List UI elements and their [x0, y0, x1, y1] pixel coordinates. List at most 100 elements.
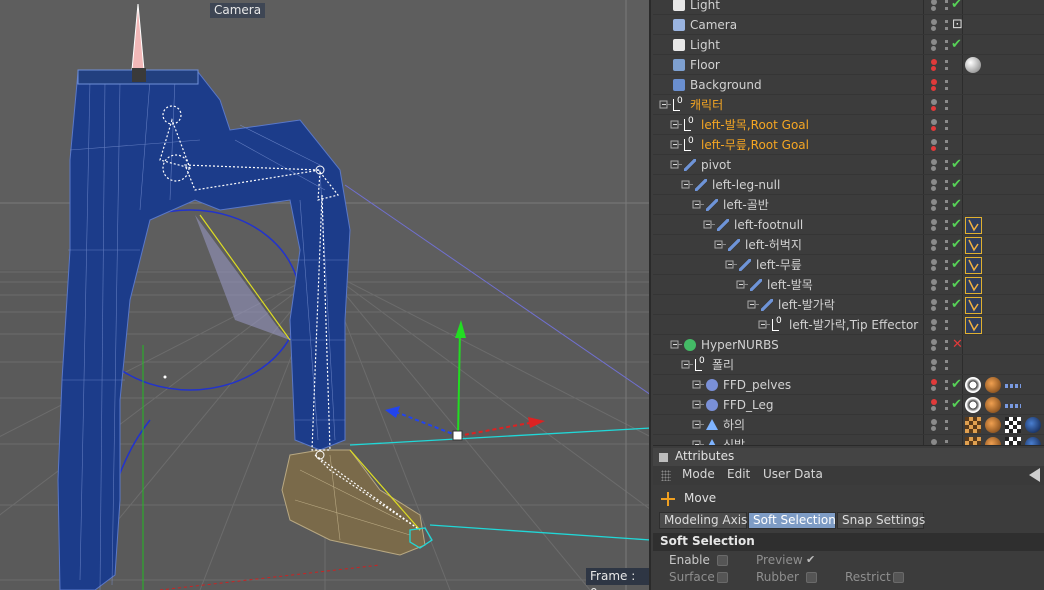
enabled-check-icon[interactable]: ✔	[951, 236, 962, 254]
enabled-check-icon[interactable]: ✔	[951, 256, 962, 274]
object-row[interactable]: 신발	[653, 435, 1044, 445]
menu-mode[interactable]: Mode	[682, 467, 715, 481]
editor-visibility-dot[interactable]	[931, 219, 937, 225]
rubber-checkbox[interactable]	[806, 572, 817, 583]
enabled-check-icon[interactable]: ✔	[951, 276, 962, 294]
object-row[interactable]: FFD_Leg ✔	[653, 395, 1044, 415]
object-row[interactable]: FFD_pelves ✔	[653, 375, 1044, 395]
render-visibility-dot[interactable]	[931, 126, 936, 131]
object-name[interactable]: left-허벅지	[745, 237, 802, 253]
editor-visibility-dot[interactable]	[931, 179, 937, 185]
disabled-cross-icon[interactable]: ✕	[952, 336, 963, 354]
tab-soft-selection[interactable]: Soft Selection	[748, 512, 836, 529]
enable-checkbox[interactable]	[717, 555, 728, 566]
editor-visibility-dot[interactable]	[931, 299, 937, 305]
object-name[interactable]: 신발	[723, 437, 745, 445]
render-visibility-dot[interactable]	[931, 326, 936, 331]
object-name[interactable]: 캐릭터	[690, 97, 723, 113]
object-row[interactable]: 하의	[653, 415, 1044, 435]
ik-tag-icon[interactable]	[965, 257, 982, 274]
object-row[interactable]: left-발목 ✔	[653, 275, 1044, 295]
enabled-check-icon[interactable]: ✔	[951, 0, 962, 14]
weight-tag-icon[interactable]	[965, 397, 981, 413]
uv-tag-icon[interactable]	[965, 437, 981, 445]
editor-visibility-dot[interactable]	[931, 159, 937, 165]
editor-visibility-dot[interactable]	[931, 79, 937, 85]
menu-edit[interactable]: Edit	[727, 467, 750, 481]
enabled-check-icon[interactable]: ✔	[951, 216, 962, 234]
preview-checkbox[interactable]: ✔	[806, 553, 815, 566]
texture-tag-icon[interactable]	[985, 417, 1001, 433]
editor-visibility-dot[interactable]	[931, 199, 937, 205]
render-visibility-dot[interactable]	[931, 146, 936, 151]
render-visibility-dot[interactable]	[931, 46, 936, 51]
render-visibility-dot[interactable]	[931, 386, 936, 391]
editor-visibility-dot[interactable]	[931, 279, 937, 285]
enabled-check-icon[interactable]: ✔	[951, 176, 962, 194]
editor-visibility-dot[interactable]	[931, 359, 937, 365]
editor-visibility-dot[interactable]	[931, 39, 937, 45]
object-name[interactable]: left-발가락	[778, 297, 835, 313]
render-visibility-dot[interactable]	[931, 6, 936, 11]
render-visibility-dot[interactable]	[931, 186, 936, 191]
render-visibility-dot[interactable]	[931, 286, 936, 291]
ik-tag-icon[interactable]	[965, 297, 982, 314]
object-name[interactable]: 하의	[723, 417, 745, 433]
object-name[interactable]: left-leg-null	[712, 177, 780, 193]
object-name[interactable]: FFD_pelves	[723, 377, 791, 393]
object-row[interactable]: Light ✔	[653, 0, 1044, 15]
render-visibility-dot[interactable]	[931, 166, 936, 171]
render-visibility-dot[interactable]	[931, 86, 936, 91]
render-visibility-dot[interactable]	[931, 346, 936, 351]
object-row[interactable]: 0 left-무릎,Root Goal	[653, 135, 1044, 155]
enabled-check-icon[interactable]: ✔	[951, 36, 962, 54]
object-name[interactable]: Light	[690, 0, 720, 13]
render-visibility-dot[interactable]	[931, 366, 936, 371]
surface-checkbox[interactable]	[717, 572, 728, 583]
object-name[interactable]: left-발가락,Tip Effector	[789, 317, 918, 333]
object-name[interactable]: left-발목,Root Goal	[701, 117, 809, 133]
object-row[interactable]: 0 left-발목,Root Goal	[653, 115, 1044, 135]
object-row[interactable]: Floor	[653, 55, 1044, 75]
object-name[interactable]: FFD_Leg	[723, 397, 774, 413]
object-name[interactable]: Background	[690, 77, 762, 93]
editor-visibility-dot[interactable]	[931, 119, 937, 125]
object-name[interactable]: left-무릎,Root Goal	[701, 137, 809, 153]
ik-tag-icon[interactable]	[965, 317, 982, 334]
object-row[interactable]: left-허벅지 ✔	[653, 235, 1044, 255]
render-visibility-dot[interactable]	[931, 426, 936, 431]
editor-visibility-dot[interactable]	[931, 19, 937, 25]
object-name[interactable]: pivot	[701, 157, 731, 173]
object-name[interactable]: left-발목	[767, 277, 813, 293]
editor-visibility-dot[interactable]	[931, 259, 937, 265]
editor-visibility-dot[interactable]	[931, 339, 937, 345]
object-name[interactable]: left-무릎	[756, 257, 802, 273]
object-row[interactable]: 0 left-발가락,Tip Effector	[653, 315, 1044, 335]
weight-tag-icon[interactable]	[965, 377, 981, 393]
restrict-checkbox[interactable]	[893, 572, 904, 583]
material-tag-icon[interactable]	[965, 57, 981, 73]
object-name[interactable]: HyperNURBS	[701, 337, 779, 353]
editor-visibility-dot[interactable]	[931, 0, 937, 5]
object-name[interactable]: Floor	[690, 57, 720, 73]
enabled-check-icon[interactable]: ✔	[951, 196, 962, 214]
editor-visibility-dot[interactable]	[931, 399, 937, 405]
ik-tag-icon[interactable]	[965, 237, 982, 254]
enabled-check-icon[interactable]: ✔	[951, 376, 962, 394]
object-row[interactable]: Camera ⊡	[653, 15, 1044, 35]
texture-tag-icon[interactable]	[985, 377, 1001, 393]
blue-material-tag-icon[interactable]	[1025, 417, 1041, 433]
checker-tag-icon[interactable]	[1005, 437, 1021, 445]
ik-tag-icon[interactable]	[965, 277, 982, 294]
object-row[interactable]: left-발가락 ✔	[653, 295, 1044, 315]
selection-tag-icon[interactable]	[1005, 404, 1021, 408]
editor-visibility-dot[interactable]	[931, 59, 937, 65]
editor-visibility-dot[interactable]	[931, 419, 937, 425]
checker-tag-icon[interactable]	[1005, 417, 1021, 433]
back-arrow-icon[interactable]	[1029, 468, 1040, 482]
object-row[interactable]: left-leg-null ✔	[653, 175, 1044, 195]
object-row[interactable]: HyperNURBS ✕	[653, 335, 1044, 355]
object-manager[interactable]: Light ✔ Camera ⊡ Light ✔ Floor Background 0 캐릭터 0 l…	[653, 0, 1044, 445]
object-row[interactable]: 0 캐릭터	[653, 95, 1044, 115]
enabled-check-icon[interactable]: ✔	[951, 396, 962, 414]
